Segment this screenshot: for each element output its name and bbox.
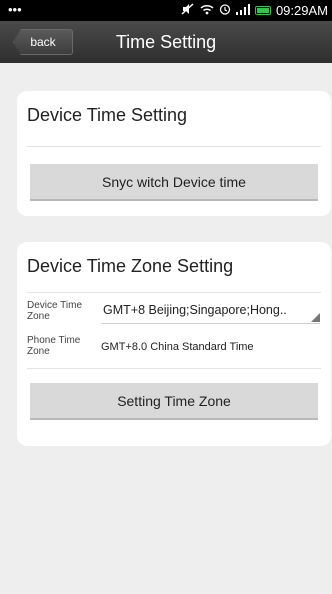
mute-icon [181, 3, 195, 18]
device-time-zone-select[interactable]: GMT+8 Beijing;Singapore;Hong.. [103, 303, 317, 323]
status-icons: 09:29AM [181, 3, 328, 18]
divider [27, 292, 321, 293]
status-time: 09:29AM [275, 3, 328, 18]
battery-icon [254, 6, 271, 15]
divider [27, 368, 321, 369]
device-time-zone-label: Device Time Zone [27, 300, 83, 322]
back-button[interactable]: back [13, 29, 73, 55]
divider [27, 146, 321, 147]
time-zone-card: Device Time Zone Setting Device Time Zon… [17, 242, 331, 446]
device-time-title: Device Time Setting [27, 105, 188, 125]
time-zone-title: Device Time Zone Setting [27, 256, 234, 276]
phone-time-zone-value: GMT+8.0 China Standard Time [101, 341, 254, 353]
wifi-icon [200, 4, 214, 18]
title-bar: back Time Setting [0, 21, 332, 63]
signal-icon [235, 3, 250, 18]
setting-time-zone-button[interactable]: Setting Time Zone [30, 383, 318, 420]
phone-time-zone-label: Phone Time Zone [27, 335, 81, 357]
status-bar: ••• 09:29AM [0, 0, 332, 21]
main-content: Device Time Setting Snyc witch Device ti… [0, 63, 332, 594]
sync-device-time-button[interactable]: Snyc witch Device time [30, 164, 318, 201]
dropdown-arrow-icon[interactable] [311, 313, 320, 322]
alarm-icon [219, 3, 231, 18]
more-dots-icon: ••• [8, 2, 22, 17]
device-time-card: Device Time Setting Snyc witch Device ti… [17, 91, 331, 216]
select-underline [101, 323, 320, 324]
